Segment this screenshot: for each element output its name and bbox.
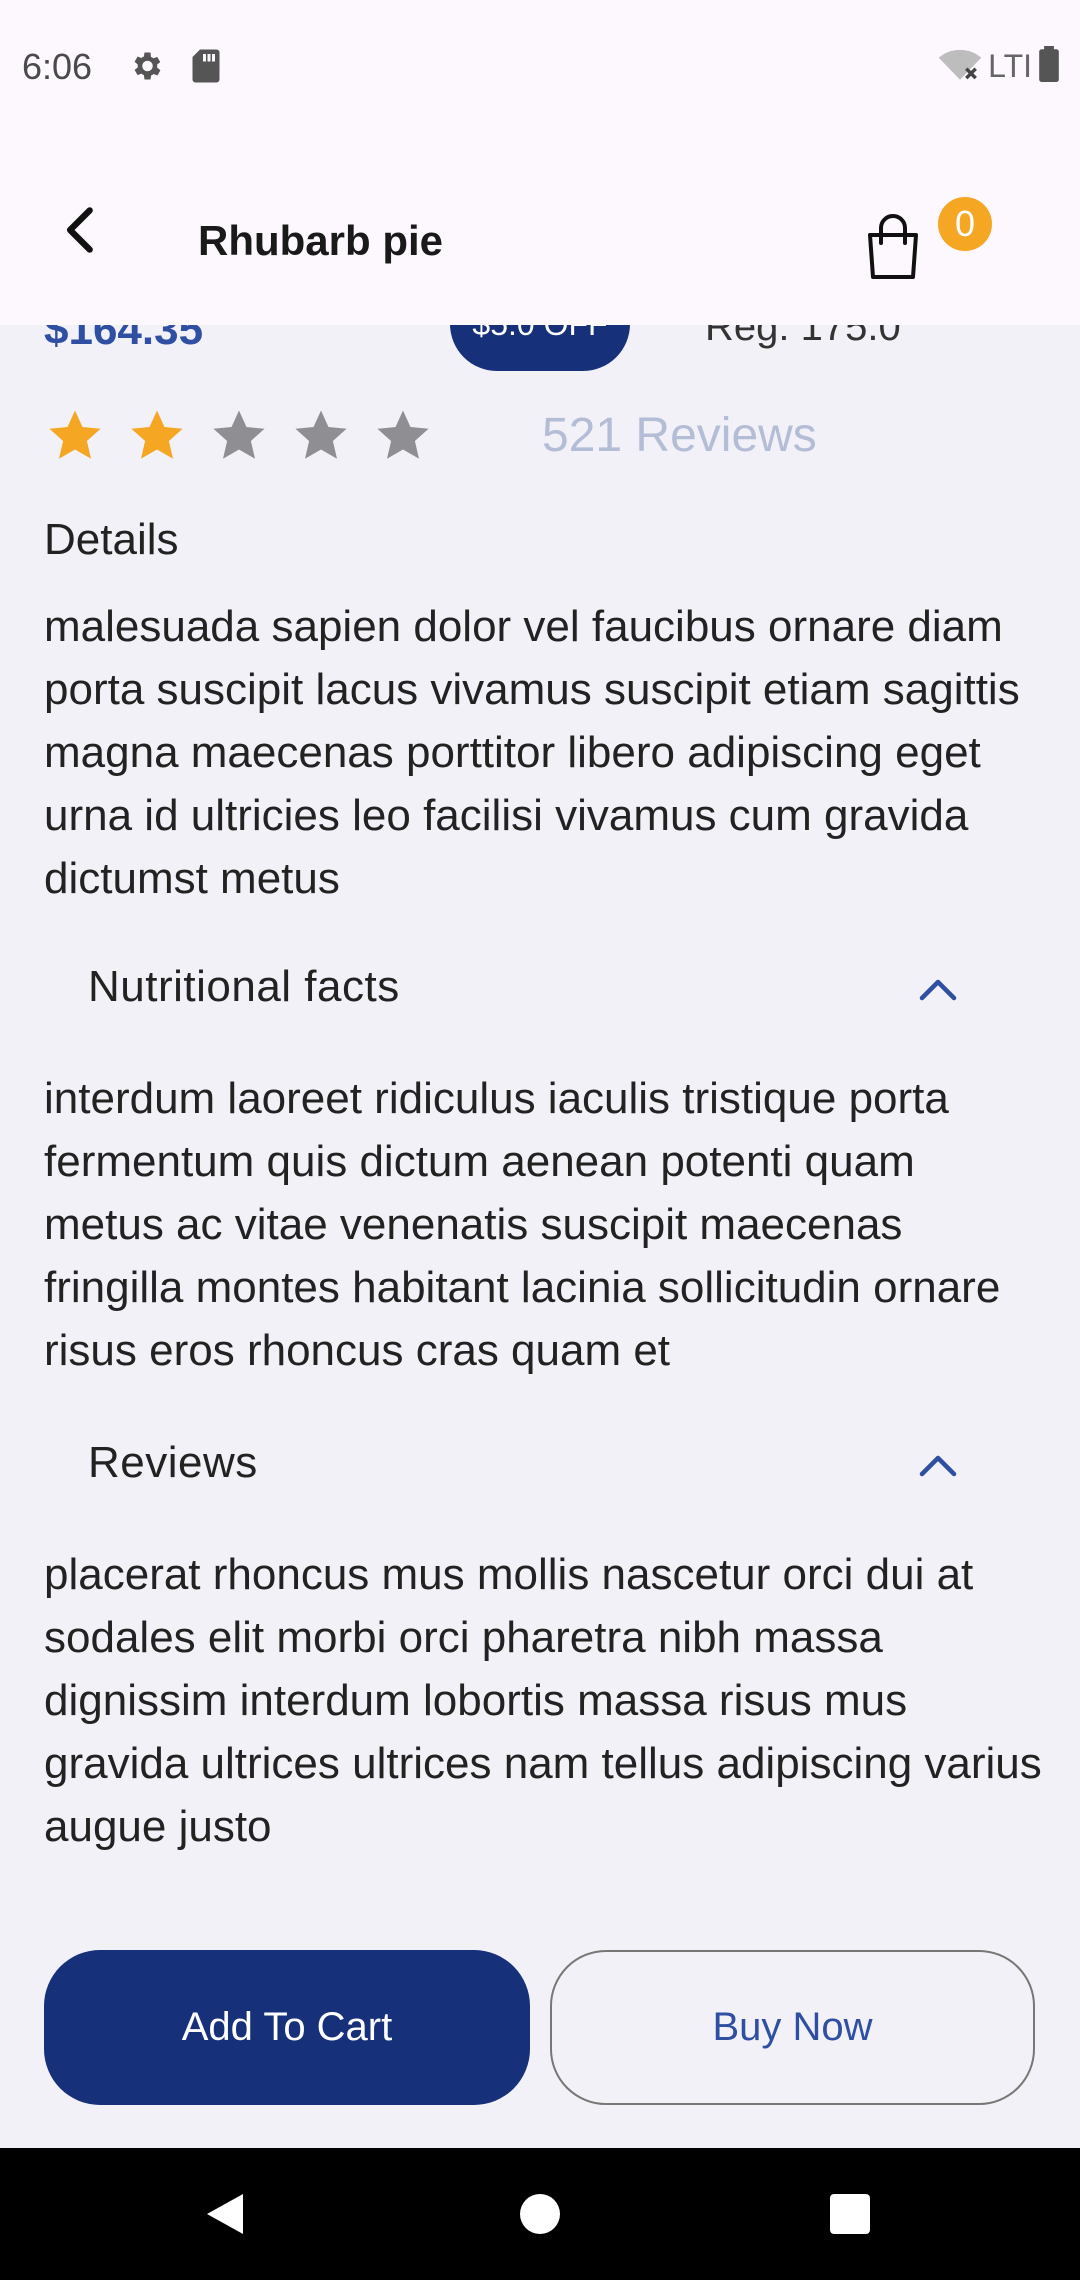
shopping-bag-icon <box>868 214 918 279</box>
page-title: Rhubarb pie <box>198 217 444 264</box>
wifi-off-icon <box>938 46 982 87</box>
reviews-header[interactable]: Reviews <box>0 1416 1080 1516</box>
circle-home-icon <box>520 2194 560 2234</box>
nav-back-button[interactable] <box>145 2148 305 2280</box>
back-button[interactable] <box>44 195 114 265</box>
reviews-count[interactable]: 521 Reviews <box>542 408 817 463</box>
system-nav-bar <box>0 2148 1080 2280</box>
network-label: LTI <box>988 48 1032 84</box>
nav-recents-button[interactable] <box>770 2148 930 2280</box>
star-empty-icon[interactable] <box>290 404 352 466</box>
rating-row: 521 Reviews <box>44 395 817 475</box>
status-bar: 6:06 LTI <box>0 0 1080 135</box>
price-row: $164.35 $5.0 OFF Reg: 175.0 <box>0 325 1080 375</box>
reviews-text: placerat rhoncus mus mollis nascetur orc… <box>44 1550 1042 1851</box>
product-detail-content[interactable]: $164.35 $5.0 OFF Reg: 175.0 521 Reviews … <box>0 325 1080 2145</box>
price: $164.35 <box>44 325 204 354</box>
star-filled-icon[interactable] <box>126 404 188 466</box>
regular-price: Reg: 175.0 <box>705 325 901 349</box>
nutritional-facts-title: Nutritional facts <box>88 962 400 1011</box>
status-indicators: LTI <box>938 46 1060 87</box>
cart-button[interactable] <box>862 213 932 293</box>
sd-card-icon <box>190 48 222 89</box>
star-empty-icon[interactable] <box>372 404 434 466</box>
buy-now-button[interactable]: Buy Now <box>550 1950 1035 2105</box>
gear-icon <box>128 48 164 89</box>
triangle-back-icon <box>207 2194 243 2234</box>
details-title: Details <box>44 515 179 564</box>
chevron-up-icon[interactable] <box>916 974 960 1004</box>
cart-count-badge: 0 <box>938 197 992 251</box>
chevron-left-icon <box>66 207 93 253</box>
nutritional-facts-header[interactable]: Nutritional facts <box>0 940 1080 1040</box>
nutritional-facts-text: interdum laoreet ridiculus iaculis trist… <box>44 1074 1001 1375</box>
reviews-title: Reviews <box>88 1438 258 1487</box>
action-buttons: Add To Cart Buy Now <box>0 1950 1080 2105</box>
nav-home-button[interactable] <box>460 2148 620 2280</box>
app-bar: Rhubarb pie 0 <box>0 135 1080 325</box>
battery-icon <box>1038 46 1060 87</box>
chevron-up-icon[interactable] <box>916 1450 960 1480</box>
star-filled-icon[interactable] <box>44 404 106 466</box>
details-text: malesuada sapien dolor vel faucibus orna… <box>44 602 1020 903</box>
square-recents-icon <box>830 2194 870 2234</box>
discount-badge: $5.0 OFF <box>450 325 630 371</box>
add-to-cart-button[interactable]: Add To Cart <box>44 1950 530 2105</box>
status-time: 6:06 <box>22 46 93 87</box>
star-empty-icon[interactable] <box>208 404 270 466</box>
